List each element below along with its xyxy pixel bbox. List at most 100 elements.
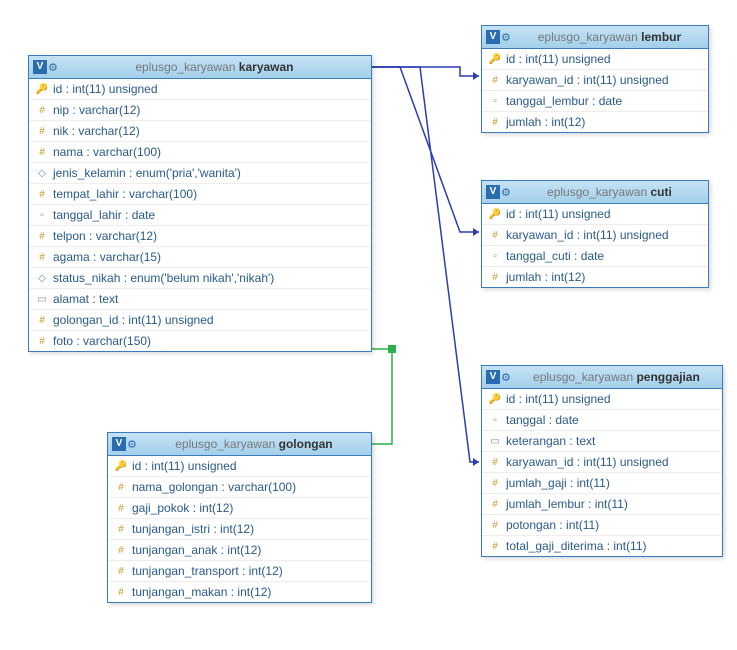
key-icon: 🔑: [488, 209, 502, 220]
column-row[interactable]: # jumlah_lembur : int(11): [482, 493, 722, 514]
column-label: id : int(11) unsigned: [132, 459, 237, 473]
column-label: id : int(11) unsigned: [53, 82, 158, 96]
column-row[interactable]: 🔑id : int(11) unsigned: [482, 204, 708, 224]
column-label: nama_golongan : varchar(100): [132, 480, 296, 494]
table-title: eplusgo_karyawan cuti: [515, 185, 704, 199]
gear-icon[interactable]: ⚙: [501, 31, 511, 44]
column-label: jumlah_lembur : int(11): [506, 497, 628, 511]
hash-icon: #: [114, 545, 128, 556]
gear-icon[interactable]: ⚙: [501, 186, 511, 199]
table-header[interactable]: V ⚙ eplusgo_karyawan golongan: [108, 433, 371, 456]
column-row[interactable]: ◇status_nikah : enum('belum nikah','nika…: [29, 267, 371, 288]
column-row[interactable]: #potongan : int(11): [482, 514, 722, 535]
column-label: tunjangan_anak : int(12): [132, 543, 261, 557]
table-lembur[interactable]: V ⚙ eplusgo_karyawan lembur 🔑id : int(11…: [481, 25, 709, 133]
column-label: karyawan_id : int(11) unsigned: [506, 73, 669, 87]
column-label: karyawan_id : int(11) unsigned: [506, 228, 669, 242]
view-icon[interactable]: V: [486, 370, 500, 384]
gear-icon[interactable]: ⚙: [48, 61, 58, 74]
column-row[interactable]: #foto : varchar(150): [29, 330, 371, 351]
column-row[interactable]: #jumlah : int(12): [482, 266, 708, 287]
column-row[interactable]: #karyawan_id : int(11) unsigned: [482, 224, 708, 245]
column-row[interactable]: #tunjangan_istri : int(12): [108, 518, 371, 539]
column-row[interactable]: #jumlah_gaji : int(11): [482, 472, 722, 493]
key-icon: 🔑: [488, 54, 502, 65]
column-row[interactable]: #gaji_pokok : int(12): [108, 497, 371, 518]
table-header[interactable]: V ⚙ eplusgo_karyawan cuti: [482, 181, 708, 204]
column-label: nik : varchar(12): [53, 124, 140, 138]
column-row[interactable]: 🔑id : int(11) unsigned: [482, 49, 708, 69]
column-label: jumlah : int(12): [506, 270, 585, 284]
column-row[interactable]: #nip : varchar(12): [29, 99, 371, 120]
table-penggajian[interactable]: V ⚙ eplusgo_karyawan penggajian 🔑 id : in…: [481, 365, 723, 557]
hash-icon: #: [35, 315, 49, 326]
column-label: tunjangan_transport : int(12): [132, 564, 283, 578]
hash-icon: #: [488, 117, 502, 128]
column-row[interactable]: ▫tanggal_lahir : date: [29, 204, 371, 225]
column-label: keterangan : text: [506, 434, 595, 448]
hash-icon: #: [488, 499, 502, 510]
column-list: 🔑id : int(11) unsigned#karyawan_id : int…: [482, 204, 708, 287]
table-title: eplusgo_karyawan lembur: [515, 30, 704, 44]
table-title: eplusgo_karyawan karyawan: [62, 60, 367, 74]
gear-icon[interactable]: ⚙: [501, 371, 511, 384]
column-row[interactable]: ▫tanggal_cuti : date: [482, 245, 708, 266]
table-karyawan[interactable]: V ⚙ eplusgo_karyawan karyawan 🔑 id : int(…: [28, 55, 372, 352]
hash-icon: #: [488, 75, 502, 86]
column-row[interactable]: 🔑 id : int(11) unsigned: [29, 79, 371, 99]
column-row[interactable]: # nik : varchar(12): [29, 120, 371, 141]
column-list: 🔑id : int(11) unsigned#nama_golongan : v…: [108, 456, 371, 602]
table-title: eplusgo_karyawan golongan: [141, 437, 367, 451]
column-row[interactable]: ▭ keterangan : text: [482, 430, 722, 451]
column-row[interactable]: #agama : varchar(15): [29, 246, 371, 267]
column-label: tempat_lahir : varchar(100): [53, 187, 197, 201]
column-row[interactable]: #tempat_lahir : varchar(100): [29, 183, 371, 204]
column-row[interactable]: # jumlah : int(12): [482, 111, 708, 132]
column-row[interactable]: #karyawan_id : int(11) unsigned: [482, 451, 722, 472]
column-row[interactable]: 🔑 id : int(11) unsigned: [482, 389, 722, 409]
column-label: jumlah : int(12): [506, 115, 585, 129]
key-icon: 🔑: [35, 84, 49, 95]
view-icon[interactable]: V: [486, 30, 500, 44]
column-label: jenis_kelamin : enum('pria','wanita'): [53, 166, 241, 180]
table-header[interactable]: V ⚙ eplusgo_karyawan penggajian: [482, 366, 722, 389]
column-row[interactable]: 🔑id : int(11) unsigned: [108, 456, 371, 476]
view-icon[interactable]: V: [33, 60, 47, 74]
date-icon: ▫: [488, 96, 502, 107]
table-header[interactable]: V ⚙ eplusgo_karyawan karyawan: [29, 56, 371, 79]
column-row[interactable]: ▭alamat : text: [29, 288, 371, 309]
column-label: total_gaji_diterima : int(11): [506, 539, 647, 553]
column-row[interactable]: ▫tanggal : date: [482, 409, 722, 430]
column-row[interactable]: #telpon : varchar(12): [29, 225, 371, 246]
view-icon[interactable]: V: [486, 185, 500, 199]
hash-icon: #: [114, 503, 128, 514]
table-golongan[interactable]: V ⚙ eplusgo_karyawan golongan 🔑id : int(…: [107, 432, 372, 603]
column-label: id : int(11) unsigned: [506, 392, 611, 406]
column-row[interactable]: #nama : varchar(100): [29, 141, 371, 162]
column-row[interactable]: # tunjangan_anak : int(12): [108, 539, 371, 560]
view-icon[interactable]: V: [112, 437, 126, 451]
column-list: 🔑 id : int(11) unsigned ▫tanggal : date ▭ ke…: [482, 389, 722, 556]
column-row[interactable]: #golongan_id : int(11) unsigned: [29, 309, 371, 330]
text-icon: ▭: [488, 436, 502, 447]
hash-icon: #: [35, 126, 49, 137]
hash-icon: #: [35, 231, 49, 242]
column-row[interactable]: # karyawan_id : int(11) unsigned: [482, 69, 708, 90]
column-label: tunjangan_istri : int(12): [132, 522, 254, 536]
column-label: tanggal_lembur : date: [506, 94, 622, 108]
column-row[interactable]: #nama_golongan : varchar(100): [108, 476, 371, 497]
column-row[interactable]: #tunjangan_makan : int(12): [108, 581, 371, 602]
gear-icon[interactable]: ⚙: [127, 438, 137, 451]
table-cuti[interactable]: V ⚙ eplusgo_karyawan cuti 🔑id : int(11) …: [481, 180, 709, 288]
column-row[interactable]: #total_gaji_diterima : int(11): [482, 535, 722, 556]
column-row[interactable]: ◇jenis_kelamin : enum('pria','wanita'): [29, 162, 371, 183]
column-row[interactable]: #tunjangan_transport : int(12): [108, 560, 371, 581]
key-icon: 🔑: [488, 394, 502, 405]
date-icon: ▫: [488, 415, 502, 426]
table-header[interactable]: V ⚙ eplusgo_karyawan lembur: [482, 26, 708, 49]
column-list: 🔑 id : int(11) unsigned #nip : varchar(12)…: [29, 79, 371, 351]
column-label: alamat : text: [53, 292, 118, 306]
column-label: tanggal_lahir : date: [53, 208, 155, 222]
hash-icon: #: [35, 252, 49, 263]
column-row[interactable]: ▫ tanggal_lembur : date: [482, 90, 708, 111]
